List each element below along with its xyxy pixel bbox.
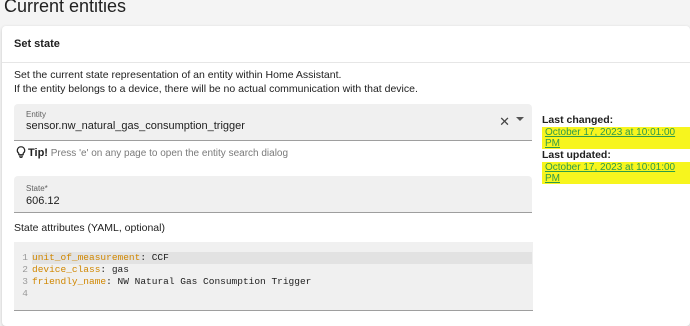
state-field[interactable]: State* 606.12 bbox=[14, 176, 532, 213]
yaml-value: gas bbox=[111, 264, 129, 275]
entity-picker[interactable]: Entity sensor.nw_natural_gas_consumption… bbox=[14, 104, 532, 141]
description-line-2: If the entity belongs to a device, there… bbox=[14, 82, 418, 95]
entity-input[interactable]: sensor.nw_natural_gas_consumption_trigge… bbox=[26, 120, 245, 132]
attributes-title: State attributes (YAML, optional) bbox=[14, 222, 165, 234]
line-number: 4 bbox=[22, 288, 28, 299]
lightbulb-icon bbox=[16, 146, 26, 161]
code-line: device_class: gas bbox=[32, 264, 129, 275]
yaml-code[interactable]: unit_of_measurement: CCF device_class: g… bbox=[32, 252, 532, 300]
line-numbers: 1 2 3 4 bbox=[14, 252, 28, 300]
card-description: Set the current state representation of … bbox=[14, 69, 418, 96]
page-title: Current entities bbox=[4, 0, 127, 16]
chevron-down-icon[interactable] bbox=[516, 117, 524, 121]
last-changed-value: October 17, 2023 at 10:01:00 PM bbox=[542, 127, 690, 149]
last-updated: Last updated: October 17, 2023 at 10:01:… bbox=[542, 149, 690, 184]
line-number: 2 bbox=[22, 264, 28, 275]
yaml-value: NW Natural Gas Consumption Trigger bbox=[117, 276, 312, 287]
yaml-key: friendly_name bbox=[32, 276, 107, 287]
state-input[interactable]: 606.12 bbox=[26, 195, 60, 207]
state-label: State* bbox=[26, 184, 48, 193]
yaml-editor[interactable]: 1 2 3 4 unit_of_measurement: CCF device_… bbox=[14, 242, 533, 311]
code-line: unit_of_measurement: CCF bbox=[32, 252, 532, 264]
divider bbox=[2, 62, 690, 63]
yaml-key: device_class bbox=[32, 264, 101, 275]
yaml-value: CCF bbox=[151, 252, 169, 263]
entity-label: Entity bbox=[26, 110, 47, 119]
tip-label: Tip! bbox=[28, 147, 48, 160]
yaml-key: unit_of_measurement bbox=[32, 252, 141, 263]
code-line: friendly_name: NW Natural Gas Consumptio… bbox=[32, 276, 312, 287]
line-number: 1 bbox=[22, 252, 28, 263]
tip-text: Press 'e' on any page to open the entity… bbox=[47, 148, 289, 160]
clear-icon[interactable]: ✕ bbox=[499, 115, 510, 128]
card-title: Set state bbox=[14, 38, 60, 50]
last-updated-label: Last updated: bbox=[542, 149, 611, 161]
last-changed-label: Last changed: bbox=[542, 114, 614, 126]
last-updated-value: October 17, 2023 at 10:01:00 PM bbox=[542, 162, 690, 184]
line-number: 3 bbox=[22, 276, 28, 287]
tip-hint: Tip! Press 'e' on any page to open the e… bbox=[16, 146, 288, 161]
last-changed: Last changed: October 17, 2023 at 10:01:… bbox=[542, 114, 690, 149]
description-line-1: Set the current state representation of … bbox=[14, 69, 342, 81]
